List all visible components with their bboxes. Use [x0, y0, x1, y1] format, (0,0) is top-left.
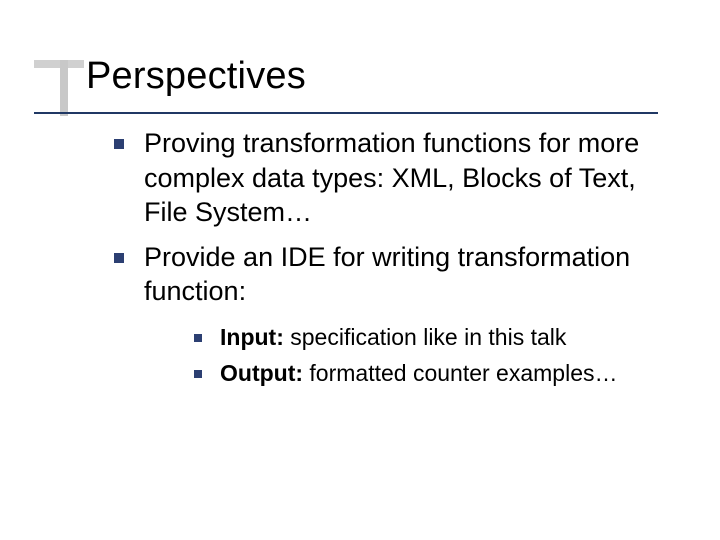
- title-underline: [34, 112, 658, 114]
- slide: Perspectives Proving transformation func…: [0, 0, 720, 540]
- sub-bullet-list: Input: specification like in this talk O…: [194, 323, 660, 389]
- sub-bullet-rest: formatted counter examples…: [303, 360, 617, 386]
- bullet-text: Proving transformation functions for mor…: [144, 128, 639, 227]
- bullet-text: Provide an IDE for writing transformatio…: [144, 242, 630, 307]
- sub-bullet-bold: Input:: [220, 324, 284, 350]
- decoration-bar-top: [34, 60, 84, 68]
- bullet-item: Provide an IDE for writing transformatio…: [114, 240, 660, 389]
- decoration-bar-left: [60, 60, 68, 116]
- sub-bullet-bold: Output:: [220, 360, 303, 386]
- slide-title: Perspectives: [86, 55, 660, 98]
- bullet-list: Proving transformation functions for mor…: [114, 126, 660, 389]
- bullet-item: Proving transformation functions for mor…: [114, 126, 660, 230]
- sub-bullet-item: Output: formatted counter examples…: [194, 359, 660, 389]
- sub-bullet-item: Input: specification like in this talk: [194, 323, 660, 353]
- sub-bullet-rest: specification like in this talk: [284, 324, 567, 350]
